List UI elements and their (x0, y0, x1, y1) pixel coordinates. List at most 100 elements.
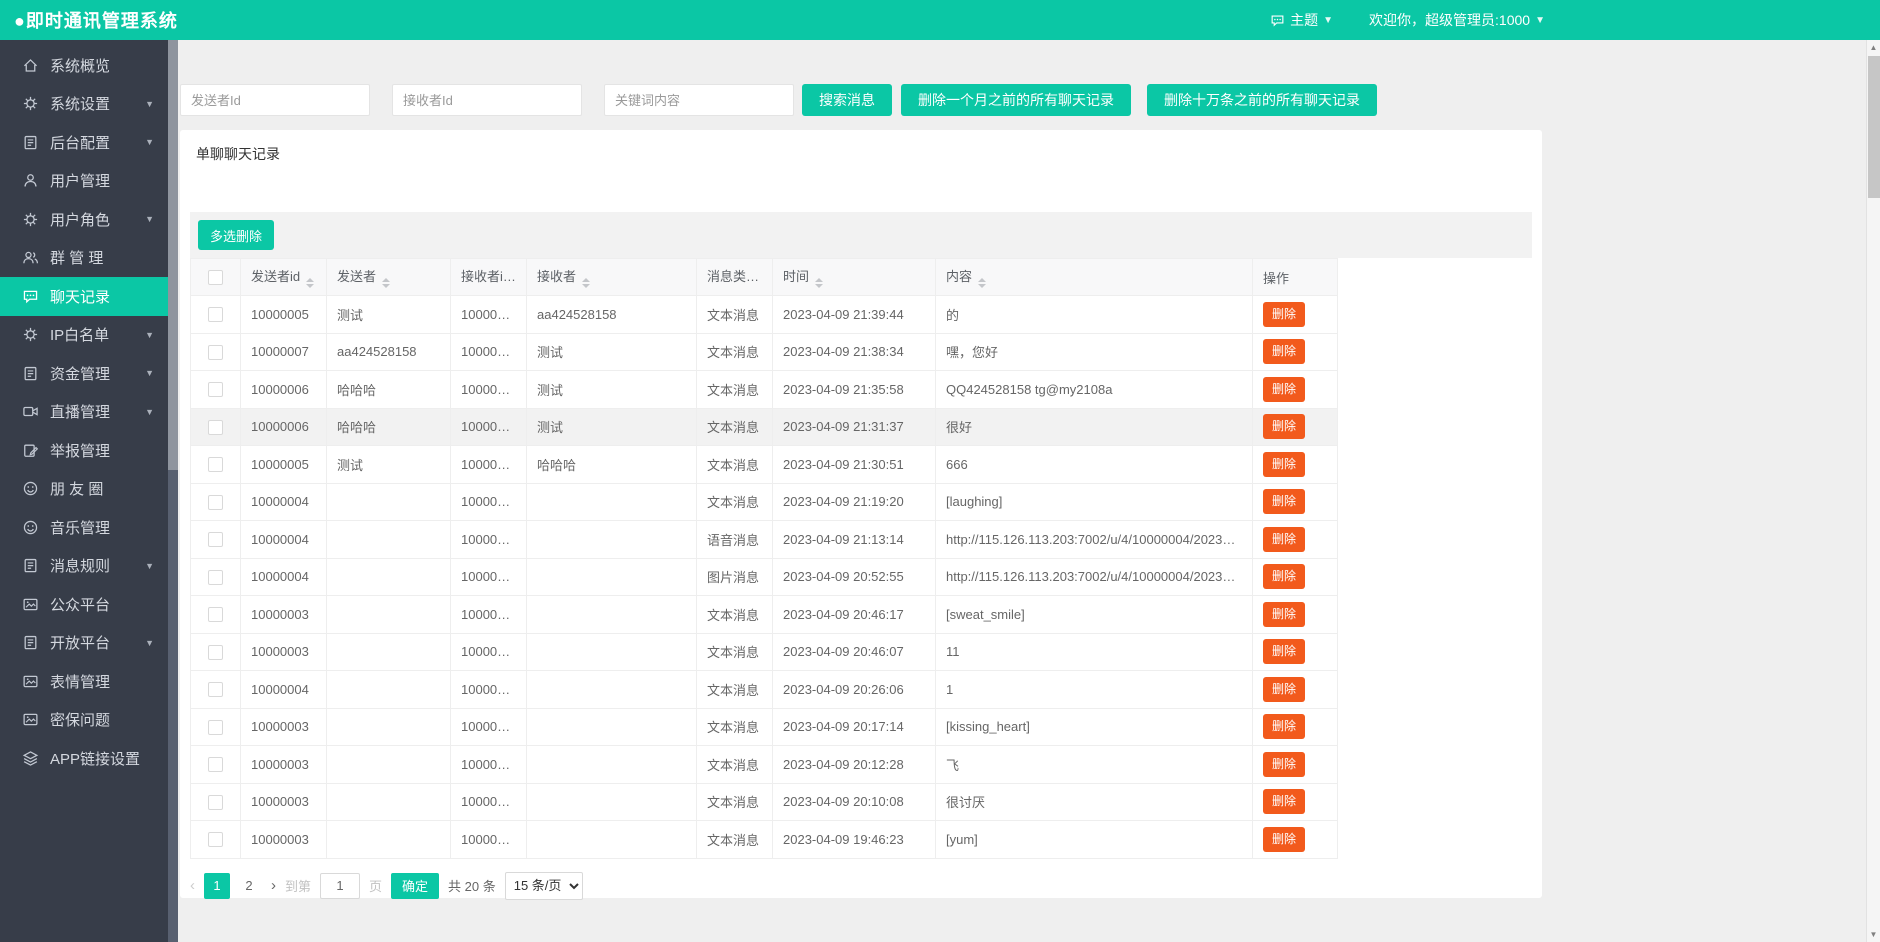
next-page-button[interactable]: › (271, 877, 276, 894)
cell-receiver-id: 10000003 (450, 670, 527, 709)
search-button[interactable]: 搜索消息 (802, 84, 892, 116)
table-row: 10000005 测试 10000006 哈哈哈 文本消息 2023-04-09 21:3… (190, 445, 1338, 484)
sidebar-item-13[interactable]: 音乐管理 (0, 508, 168, 547)
sidebar-item-5[interactable]: 用户角色 ▼ (0, 200, 168, 239)
select-all-checkbox[interactable] (208, 270, 223, 286)
row-checkbox[interactable] (208, 644, 223, 660)
sidebar-item-4[interactable]: 用户管理 (0, 162, 168, 201)
sidebar-item-14[interactable]: 消息规则 ▼ (0, 547, 168, 586)
row-checkbox[interactable] (208, 794, 223, 810)
receiver-id-input[interactable] (392, 84, 582, 116)
theme-label: 主题 (1290, 12, 1319, 28)
sidebar-item-15[interactable]: 公众平台 (0, 585, 168, 624)
row-checkbox[interactable] (208, 757, 223, 773)
row-checkbox[interactable] (208, 832, 223, 848)
sidebar-item-12[interactable]: 朋 友 圈 (0, 470, 168, 509)
row-checkbox[interactable] (208, 344, 223, 360)
page-button-2[interactable]: 2 (236, 873, 262, 899)
delete-row-button[interactable]: 删除 (1263, 676, 1306, 702)
delete-row-button[interactable]: 删除 (1263, 526, 1306, 552)
sidebar-item-10[interactable]: 直播管理 ▼ (0, 393, 168, 432)
sort-icon[interactable] (516, 278, 525, 288)
row-checkbox[interactable] (208, 382, 223, 398)
row-checkbox[interactable] (208, 569, 223, 585)
delete-100k-button[interactable]: 删除十万条之前的所有聊天记录 (1147, 84, 1377, 116)
cell-receiver (526, 632, 697, 671)
page-unit-label: 页 (369, 879, 383, 894)
prev-page-button[interactable]: ‹ (190, 877, 195, 894)
confirm-page-button[interactable]: 确定 (391, 872, 440, 899)
table-row: 10000003 10000004 文本消息 2023-04-09 20:12:28 飞… (190, 745, 1338, 784)
delete-row-button[interactable]: 删除 (1263, 826, 1306, 852)
sidebar-item-18[interactable]: 密保问题 (0, 701, 168, 740)
row-checkbox[interactable] (208, 419, 223, 435)
sidebar-item-label: 系统设置 (50, 96, 111, 114)
theme-menu[interactable]: 主题 ▼ (1270, 10, 1333, 30)
sort-icon[interactable] (306, 278, 315, 288)
chat-icon (22, 288, 39, 305)
scroll-up-icon[interactable]: ▲ (1867, 40, 1880, 55)
row-checkbox[interactable] (208, 682, 223, 698)
user-menu[interactable]: 欢迎你，超级管理员:1000 ▼ (1369, 10, 1545, 30)
sidebar-scrollbar-thumb[interactable] (168, 40, 178, 470)
sidebar-item-7[interactable]: 聊天记录 (0, 277, 168, 316)
sidebar-item-8[interactable]: IP白名单 ▼ (0, 316, 168, 355)
keyword-input[interactable] (604, 84, 794, 116)
window-scrollbar[interactable]: ▲ ▼ (1866, 40, 1880, 942)
cell-type: 文本消息 (696, 632, 773, 671)
delete-row-button[interactable]: 删除 (1263, 414, 1306, 440)
delete-month-button[interactable]: 删除一个月之前的所有聊天记录 (901, 84, 1131, 116)
delete-row-button[interactable]: 删除 (1263, 489, 1306, 515)
sidebar-item-1[interactable]: 系统概览 (0, 46, 168, 85)
cell-time: 2023-04-09 21:13:14 (772, 520, 936, 559)
sidebar-item-6[interactable]: 群 管 理 (0, 239, 168, 278)
sort-icon[interactable] (815, 278, 824, 288)
page-size-select[interactable]: 15 条/页 (504, 871, 583, 900)
clipboard-icon (22, 365, 39, 382)
delete-row-button[interactable]: 删除 (1263, 451, 1306, 477)
multi-delete-button[interactable]: 多选删除 (198, 220, 275, 250)
row-checkbox[interactable] (208, 494, 223, 510)
sort-icon[interactable] (765, 278, 772, 288)
delete-row-button[interactable]: 删除 (1263, 376, 1306, 402)
delete-row-button[interactable]: 删除 (1263, 789, 1306, 815)
sidebar-item-2[interactable]: 系统设置 ▼ (0, 85, 168, 124)
page-number-input[interactable] (320, 872, 361, 899)
delete-row-button[interactable]: 删除 (1263, 601, 1306, 627)
delete-row-button[interactable]: 删除 (1263, 714, 1306, 740)
video-icon (22, 403, 39, 420)
sender-id-input[interactable] (180, 84, 370, 116)
cell-receiver: 测试 (526, 407, 697, 446)
page-button-1[interactable]: 1 (204, 872, 230, 899)
sidebar-item-17[interactable]: 表情管理 (0, 662, 168, 701)
sidebar-item-19[interactable]: APP链接设置 (0, 739, 168, 778)
sidebar-item-11[interactable]: 举报管理 (0, 431, 168, 470)
column-header: 接收者id (450, 258, 527, 296)
cell-sender (326, 820, 451, 859)
delete-row-button[interactable]: 删除 (1263, 301, 1306, 327)
scroll-down-icon[interactable]: ▼ (1867, 927, 1880, 942)
sidebar-item-label: 用户角色 (50, 211, 111, 229)
row-checkbox[interactable] (208, 532, 223, 548)
cell-receiver-id: 10000005 (450, 332, 527, 371)
row-checkbox[interactable] (208, 607, 223, 623)
delete-row-button[interactable]: 删除 (1263, 639, 1306, 665)
sort-icon[interactable] (382, 278, 391, 288)
sort-icon[interactable] (978, 278, 987, 288)
cell-sender-id: 10000003 (240, 707, 327, 746)
sidebar-scrollbar[interactable] (168, 40, 178, 942)
delete-row-button[interactable]: 删除 (1263, 751, 1306, 777)
clipboard-icon (22, 134, 39, 151)
sidebar-item-3[interactable]: 后台配置 ▼ (0, 123, 168, 162)
delete-row-button[interactable]: 删除 (1263, 339, 1306, 365)
row-checkbox[interactable] (208, 457, 223, 473)
sidebar-item-9[interactable]: 资金管理 ▼ (0, 354, 168, 393)
cell-time: 2023-04-09 20:17:14 (772, 707, 936, 746)
sidebar-item-16[interactable]: 开放平台 ▼ (0, 624, 168, 663)
delete-row-button[interactable]: 删除 (1263, 564, 1306, 590)
cell-content: [kissing_heart] (935, 707, 1253, 746)
row-checkbox[interactable] (208, 307, 223, 323)
scrollbar-thumb[interactable] (1868, 56, 1880, 198)
row-checkbox[interactable] (208, 719, 223, 735)
sort-icon[interactable] (582, 278, 591, 288)
